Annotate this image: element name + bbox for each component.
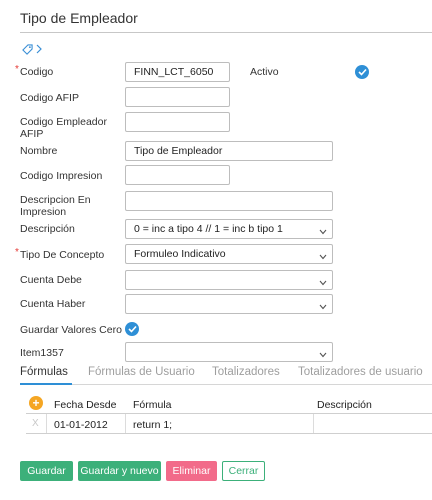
check-icon (357, 68, 367, 76)
chevron-right-icon[interactable] (36, 44, 42, 54)
column-header-fecha-desde[interactable]: Fecha Desde (54, 399, 116, 411)
tab-totalizadores[interactable]: Totalizadores (212, 366, 280, 378)
activo-checkbox[interactable] (355, 65, 369, 79)
tipo-concepto-select[interactable]: Formuleo Indicativo (125, 244, 333, 264)
item1357-select[interactable] (125, 342, 333, 362)
codigo-field[interactable]: FINN_LCT_6050 (125, 62, 230, 82)
cuenta-debe-label: Cuenta Debe (20, 274, 82, 286)
descripcion-impresion-label: Descripcion En Impresion (20, 194, 91, 218)
cell-formula[interactable]: return 1; (133, 419, 172, 431)
cuenta-debe-select[interactable] (125, 270, 333, 290)
cell-fecha-desde[interactable]: 01-01-2012 (54, 419, 108, 431)
chevron-down-icon (319, 251, 327, 263)
active-tab-indicator (20, 383, 72, 385)
tab-formulas-usuario[interactable]: Fórmulas de Usuario (88, 366, 195, 378)
chevron-down-icon (319, 349, 327, 361)
codigo-afip-field[interactable] (125, 87, 230, 107)
chevron-down-icon (319, 301, 327, 313)
detail-tabs: Fórmulas Fórmulas de Usuario Totalizador… (20, 366, 432, 384)
grid-header: + Fecha Desde Fórmula Descripción (26, 392, 432, 414)
save-and-new-button[interactable]: Guardar y nuevo (78, 461, 161, 481)
cuenta-haber-select[interactable] (125, 294, 333, 314)
nombre-label: Nombre (20, 145, 58, 157)
column-header-descripcion[interactable]: Descripción (317, 399, 372, 411)
save-button[interactable]: Guardar (20, 461, 73, 481)
grid-cell-divider (313, 414, 314, 433)
add-row-button[interactable]: + (29, 396, 43, 410)
column-header-formula[interactable]: Fórmula (133, 399, 172, 411)
descripcion-label: Descripción (20, 223, 75, 235)
item1357-label: Item1357 (20, 347, 64, 359)
page-title: Tipo de Empleador (20, 10, 138, 26)
tab-totalizadores-usuario[interactable]: Totalizadores de usuario (298, 366, 423, 378)
chevron-down-icon (319, 226, 327, 238)
plus-icon: + (32, 396, 40, 410)
required-marker: * (15, 64, 19, 75)
grid-cell-divider (46, 414, 47, 433)
codigo-impresion-field[interactable] (125, 165, 230, 185)
delete-row-icon[interactable]: X (32, 418, 39, 429)
codigo-impresion-label: Codigo Impresion (20, 170, 103, 182)
guardar-valores-cero-checkbox[interactable] (125, 322, 139, 336)
activo-label: Activo (250, 66, 279, 78)
cuenta-haber-label: Cuenta Haber (20, 298, 86, 310)
codigo-label: * Codigo (15, 64, 54, 78)
delete-button[interactable]: Eliminar (166, 461, 217, 481)
tab-formulas[interactable]: Fórmulas (20, 366, 68, 378)
descripcion-select[interactable]: 0 = inc a tipo 4 // 1 = inc b tipo 1 (125, 219, 333, 239)
tipo-concepto-label: * Tipo De Concepto (15, 247, 105, 261)
descripcion-impresion-field[interactable] (125, 191, 333, 211)
tipo-concepto-select-value: Formuleo Indicativo (134, 248, 226, 260)
codigo-empleador-afip-field[interactable] (125, 112, 230, 132)
guardar-valores-cero-label: Guardar Valores Cero (20, 324, 122, 336)
grid-cell-divider (125, 414, 126, 433)
title-divider (20, 32, 432, 33)
codigo-empleador-afip-label: Codigo Empleador AFIP (20, 116, 107, 140)
check-icon (127, 325, 137, 333)
required-marker: * (15, 247, 19, 258)
tabs-divider (20, 384, 432, 385)
nombre-field[interactable]: Tipo de Empleador (125, 141, 333, 161)
close-button[interactable]: Cerrar (222, 461, 265, 481)
codigo-afip-label: Codigo AFIP (20, 92, 79, 104)
table-row[interactable]: X 01-01-2012 return 1; (26, 414, 432, 434)
tag-icon[interactable] (22, 43, 33, 55)
chevron-down-icon (319, 277, 327, 289)
record-nav (22, 42, 42, 56)
descripcion-select-value: 0 = inc a tipo 4 // 1 = inc b tipo 1 (134, 223, 283, 235)
